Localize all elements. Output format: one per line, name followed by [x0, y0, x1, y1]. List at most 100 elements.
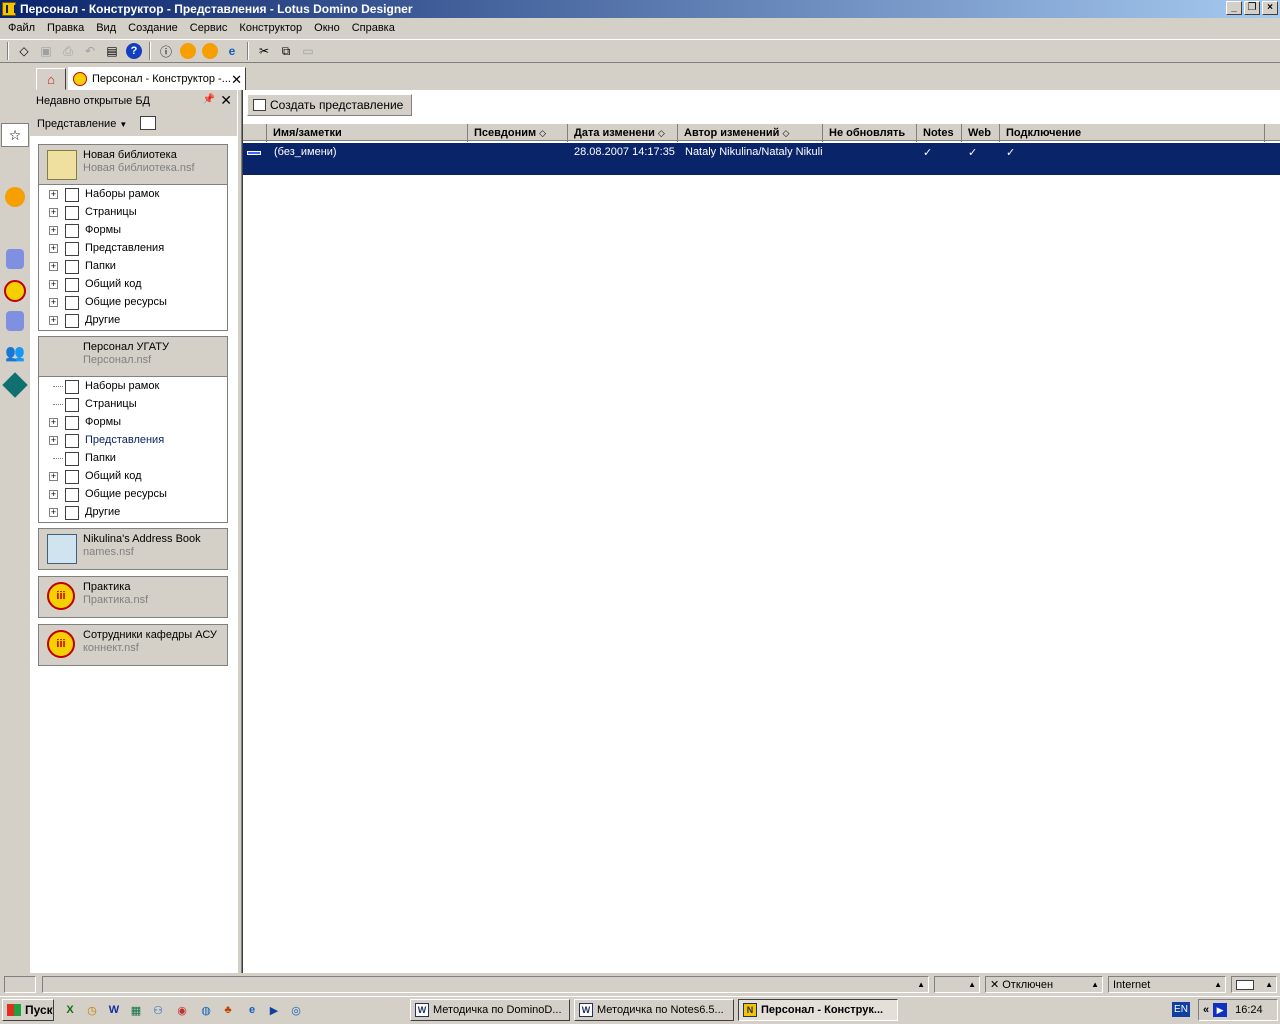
restore-button[interactable]: ❐: [1244, 1, 1260, 15]
undo-icon[interactable]: ↶: [80, 41, 100, 61]
tree-item-shared-code[interactable]: + Общий код: [39, 276, 227, 294]
copy-icon[interactable]: ⧉: [276, 41, 296, 61]
media-icon[interactable]: ◉: [174, 1002, 190, 1018]
lotus-red-bookmark-icon[interactable]: [3, 279, 27, 303]
paste-icon[interactable]: ▭: [298, 41, 318, 61]
taskbar-item-notes-doc[interactable]: W Методичка по Notes6.5...: [574, 999, 734, 1021]
navigate-icon[interactable]: ◇: [14, 41, 34, 61]
lotus-icon[interactable]: [178, 41, 198, 61]
word-icon[interactable]: W: [106, 1002, 122, 1018]
db-new-library[interactable]: Новая библиотека Новая библиотека.nsf + Н…: [38, 144, 228, 331]
status-inbox-field[interactable]: ▲: [1231, 976, 1277, 993]
database2-bookmark-icon[interactable]: [3, 309, 27, 333]
save-icon[interactable]: ▣: [36, 41, 56, 61]
replicator-bookmark-icon[interactable]: [2, 372, 28, 398]
games-icon[interactable]: ♣: [220, 1002, 236, 1018]
help-icon[interactable]: ?: [124, 41, 144, 61]
column-header-alias[interactable]: Псевдоним ◇: [468, 124, 568, 142]
tree-item-shared-resources[interactable]: + Общие ресурсы: [39, 486, 227, 504]
column-header-name[interactable]: Имя/заметки: [267, 124, 468, 142]
tree-item-pages[interactable]: + Страницы: [39, 204, 227, 222]
tree-item-other[interactable]: + Другие: [39, 312, 227, 330]
db-header[interactable]: iii Сотрудники кафедры АСУ коннект.nsf: [39, 625, 227, 665]
tree-item-views-selected[interactable]: + Представления: [39, 432, 227, 450]
menu-help[interactable]: Справка: [346, 22, 401, 34]
menu-tools[interactable]: Сервис: [184, 22, 234, 34]
people-bookmark-icon[interactable]: 👥: [3, 341, 27, 365]
properties-icon[interactable]: ▤: [102, 41, 122, 61]
navigator-close-icon[interactable]: ✕: [220, 92, 232, 109]
app-icon[interactable]: ◎: [288, 1002, 304, 1018]
db-header[interactable]: Nikulina's Address Book names.nsf: [39, 529, 227, 569]
column-header-connection[interactable]: Подключение: [1000, 124, 1265, 142]
database-bookmark-icon[interactable]: [3, 247, 27, 271]
excel-icon[interactable]: X: [62, 1002, 78, 1018]
tree-item-folders[interactable]: + Папки: [39, 258, 227, 276]
tree-item-other[interactable]: + Другие: [39, 504, 227, 522]
taskbar-item-domino-doc[interactable]: W Методичка по DominoD...: [410, 999, 570, 1021]
status-zone-field[interactable]: Internet ▲: [1108, 976, 1226, 993]
status-message-field[interactable]: ▲: [42, 976, 929, 993]
new-folder-icon[interactable]: [140, 116, 156, 130]
tree-item-views[interactable]: + Представления: [39, 240, 227, 258]
db-header[interactable]: iii Практика Практика.nsf: [39, 577, 227, 617]
column-header-web[interactable]: Web: [962, 124, 1000, 142]
close-button[interactable]: ×: [1262, 1, 1278, 15]
column-header-notes[interactable]: Notes: [917, 124, 962, 142]
db-personal-ugatu[interactable]: Персонал УГАТУ Персонал.nsf Наборы рамок…: [38, 336, 228, 523]
print-icon[interactable]: ⎙: [58, 41, 78, 61]
tree-item-shared-code[interactable]: + Общий код: [39, 468, 227, 486]
status-connection-field[interactable]: ✕ Отключен ▲: [985, 976, 1103, 993]
start-button[interactable]: Пуск: [2, 999, 54, 1021]
clock-icon[interactable]: ◷: [84, 1002, 100, 1018]
recent-db-bookmark-icon[interactable]: ☆: [1, 123, 29, 147]
view-dropdown[interactable]: Представление ▼: [30, 112, 237, 136]
tree-item-pages[interactable]: Страницы: [39, 396, 227, 414]
column-header-author[interactable]: Автор изменений ◇: [678, 124, 823, 142]
calc-icon[interactable]: ▦: [128, 1002, 144, 1018]
internet-explorer-icon[interactable]: e: [244, 1002, 260, 1018]
home-tab[interactable]: ⌂: [36, 68, 66, 90]
cut-icon[interactable]: ✂: [254, 41, 274, 61]
tray-expand-icon[interactable]: «: [1203, 1004, 1209, 1016]
lotus-bookmark-icon[interactable]: [3, 185, 27, 209]
status-left-field[interactable]: [4, 976, 36, 993]
db-practice[interactable]: iii Практика Практика.nsf: [38, 576, 228, 618]
menu-design[interactable]: Конструктор: [233, 22, 308, 34]
tree-item-framesets[interactable]: + Наборы рамок: [39, 186, 227, 204]
column-header-date[interactable]: Дата изменени ◇: [568, 124, 678, 142]
menu-file[interactable]: Файл: [2, 22, 41, 34]
tree-item-folders[interactable]: Папки: [39, 450, 227, 468]
pin-icon[interactable]: 📌: [203, 94, 215, 105]
menu-create[interactable]: Создание: [122, 22, 184, 34]
tree-item-forms[interactable]: + Формы: [39, 222, 227, 240]
db-asu-staff[interactable]: iii Сотрудники кафедры АСУ коннект.nsf: [38, 624, 228, 666]
browser-icon[interactable]: e: [222, 41, 242, 61]
table-row[interactable]: (без_имени) 28.08.2007 14:17:35 Nataly N…: [243, 143, 1280, 175]
db-address-book[interactable]: Nikulina's Address Book names.nsf: [38, 528, 228, 570]
network-icon[interactable]: ⚇: [150, 1002, 166, 1018]
messenger-icon[interactable]: ◍: [198, 1002, 214, 1018]
tray-player-icon[interactable]: ▶: [1213, 1003, 1228, 1017]
db-header[interactable]: Персонал УГАТУ Персонал.nsf: [39, 337, 227, 377]
column-header-no-update[interactable]: Не обновлять: [823, 124, 917, 142]
tab-personal-designer[interactable]: Персонал - Конструктор -... ✕: [68, 67, 246, 91]
tree-item-forms[interactable]: + Формы: [39, 414, 227, 432]
frameset-icon: [65, 380, 79, 394]
taskbar-item-designer[interactable]: N Персонал - Конструк...: [738, 999, 898, 1021]
create-view-button[interactable]: Создать представление: [247, 94, 413, 116]
minimize-button[interactable]: _: [1226, 1, 1242, 15]
menu-window[interactable]: Окно: [308, 22, 346, 34]
db-header[interactable]: Новая библиотека Новая библиотека.nsf: [39, 145, 227, 185]
player-icon[interactable]: ▶: [266, 1002, 282, 1018]
menu-edit[interactable]: Правка: [41, 22, 90, 34]
language-indicator[interactable]: EN: [1172, 1002, 1190, 1017]
tree-item-shared-resources[interactable]: + Общие ресурсы: [39, 294, 227, 312]
tab-close-icon[interactable]: ✕: [231, 72, 242, 88]
title-bar: Персонал - Конструктор - Представления -…: [0, 0, 1280, 18]
status-location-field[interactable]: ▲: [934, 976, 980, 993]
lock-icon[interactable]: [200, 41, 220, 61]
menu-view[interactable]: Вид: [90, 22, 122, 34]
tree-item-framesets[interactable]: Наборы рамок: [39, 378, 227, 396]
info-icon[interactable]: ⓘ: [156, 41, 176, 61]
